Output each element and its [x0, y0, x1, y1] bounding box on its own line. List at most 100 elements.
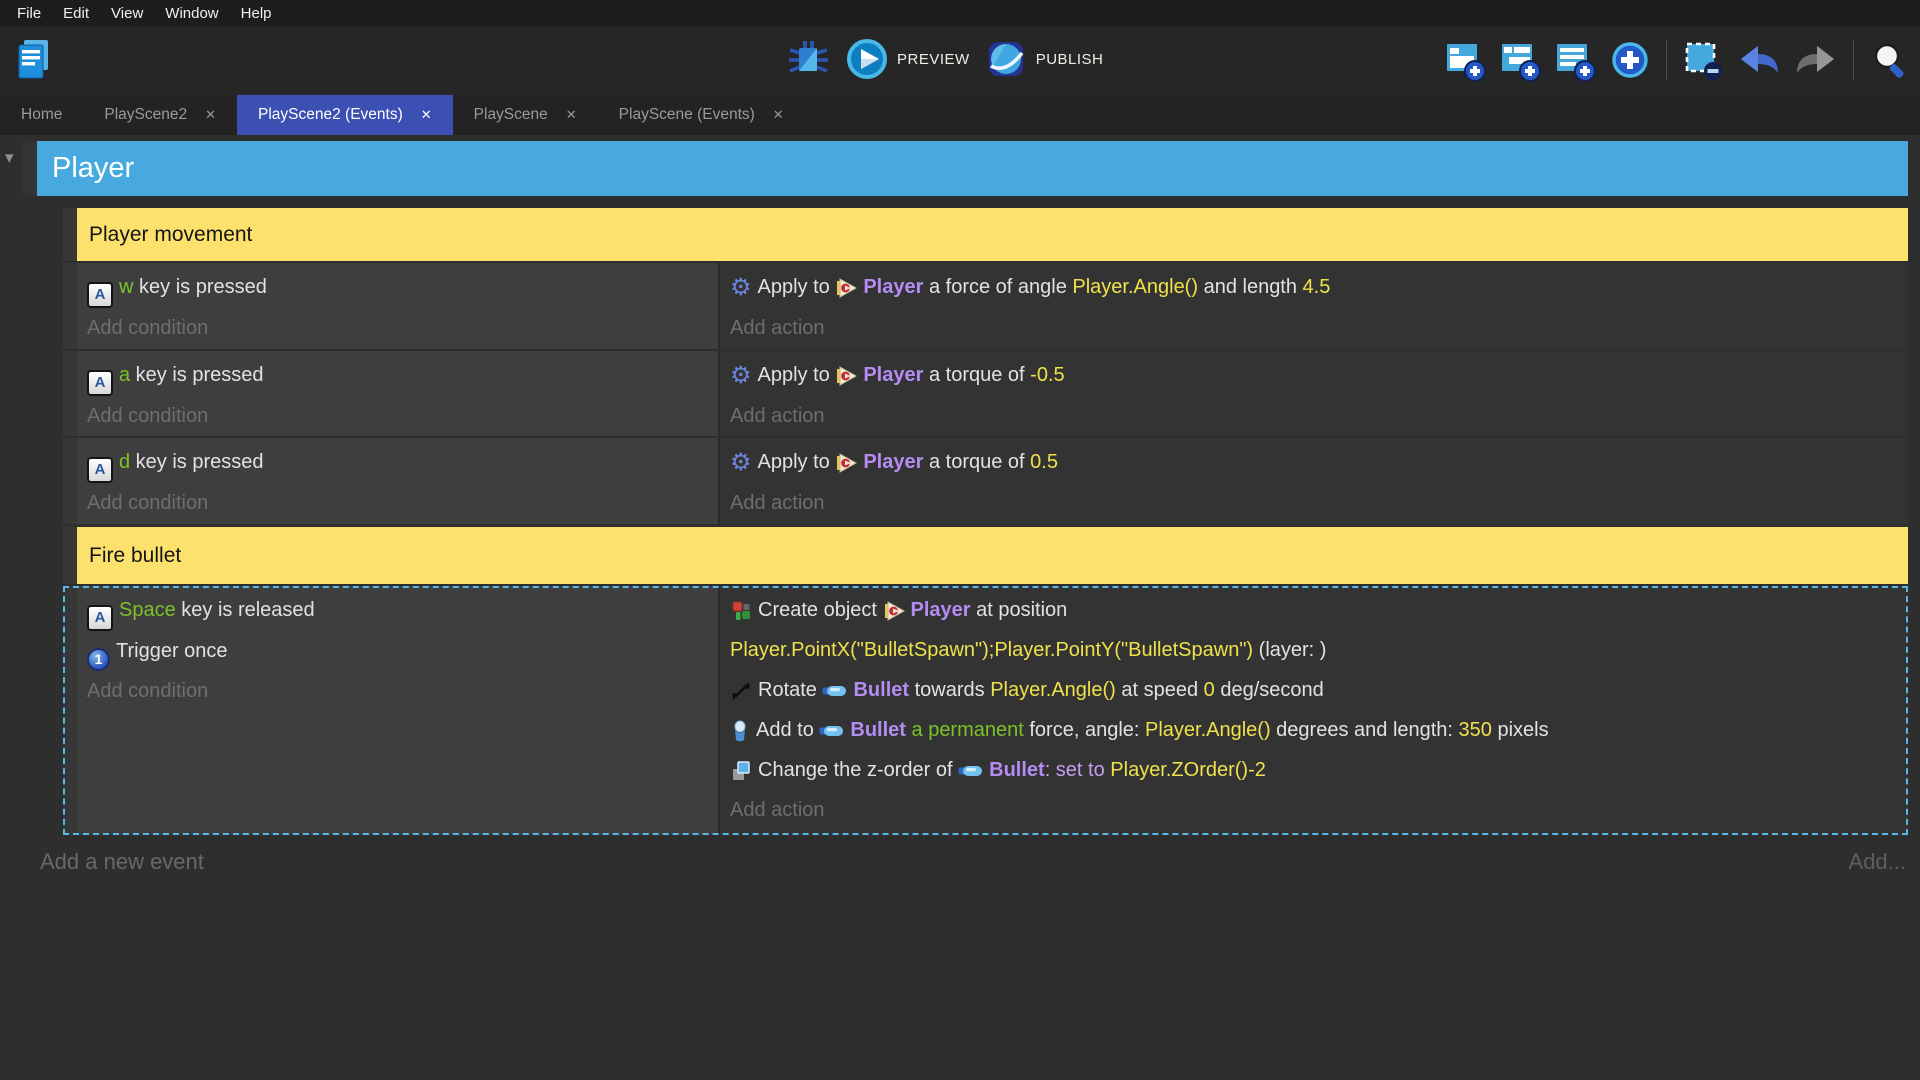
object-name: Bullet	[850, 719, 906, 741]
condition-trigger-once[interactable]: 1 Trigger once	[87, 631, 718, 671]
action-text: Rotate	[758, 679, 823, 701]
action-change-zorder[interactable]: Change the z-order of Bullet: set to Pla…	[730, 750, 1908, 790]
tab-playscene[interactable]: PlayScene ✕	[453, 95, 598, 135]
player-object-icon	[837, 452, 858, 473]
remove-event-icon[interactable]	[1681, 38, 1725, 82]
action-text: (layer: )	[1253, 639, 1327, 661]
keyboard-icon: A	[87, 370, 113, 396]
tab-label: PlayScene	[473, 106, 548, 123]
menu-file[interactable]: File	[6, 5, 52, 22]
comment-fire-bullet[interactable]: Fire bullet	[77, 527, 1908, 584]
expression: Player.Angle()	[990, 679, 1116, 701]
publish-label: PUBLISH	[1035, 50, 1104, 68]
conditions-column: Ad key is pressed Add condition	[77, 438, 718, 524]
action-text: degrees and length:	[1270, 719, 1459, 741]
condition-key-pressed[interactable]: Aw key is pressed	[87, 267, 718, 308]
physics-gear-icon: ⚙	[730, 449, 752, 476]
value: 0.5	[1030, 451, 1058, 473]
add-action-button[interactable]: Add action	[730, 790, 1908, 830]
add-comment-icon[interactable]	[1553, 38, 1597, 82]
publish-button[interactable]: PUBLISH	[984, 37, 1104, 81]
tab-close-icon[interactable]: ✕	[205, 107, 216, 123]
action-apply-torque[interactable]: ⚙ Apply to Player a torque of 0.5	[730, 442, 1908, 483]
project-manager-icon[interactable]	[12, 36, 54, 82]
action-create-object[interactable]: Create object Player at position	[730, 590, 1908, 630]
add-condition-button[interactable]: Add condition	[87, 483, 718, 523]
comment-row: Fire bullet	[63, 527, 1908, 584]
comment-player-movement[interactable]: Player movement	[77, 208, 1908, 261]
event-drag-handle[interactable]	[63, 438, 77, 524]
tab-label: PlayScene2 (Events)	[258, 106, 403, 123]
add-action-button[interactable]: Add action	[730, 483, 1908, 523]
create-object-icon	[732, 601, 750, 620]
add-condition-button[interactable]: Add condition	[87, 671, 718, 711]
group-collapse-icon[interactable]: ▾	[5, 149, 14, 166]
keyboard-icon: A	[87, 282, 113, 308]
action-text: a torque of	[923, 364, 1031, 386]
trigger-once-icon: 1	[87, 647, 110, 671]
menu-view[interactable]: View	[100, 5, 154, 22]
force-type: a permanent	[905, 719, 1030, 741]
tab-playscene2-events[interactable]: PlayScene2 (Events) ✕	[237, 95, 453, 135]
redo-icon[interactable]	[1793, 38, 1839, 82]
undo-icon[interactable]	[1736, 38, 1782, 82]
action-create-object-position[interactable]: Player.PointX("BulletSpawn");Player.Poin…	[730, 630, 1908, 670]
action-text: deg/second	[1214, 679, 1324, 701]
menu-help[interactable]: Help	[230, 5, 283, 22]
event-row-fire-bullet: A Space key is released 1 Trigger once Add…	[63, 586, 1908, 835]
tab-playscene-events[interactable]: PlayScene (Events) ✕	[598, 95, 805, 135]
tab-close-icon[interactable]: ✕	[773, 107, 784, 123]
bullet-object-icon	[822, 685, 847, 696]
add-action-button[interactable]: Add action	[730, 396, 1908, 436]
event-drag-handle[interactable]	[63, 208, 77, 261]
action-text: towards	[909, 679, 991, 701]
event-group-player[interactable]: Player	[37, 141, 1908, 196]
add-action-button[interactable]: Add action	[730, 308, 1908, 348]
condition-key-released[interactable]: A Space key is released	[87, 590, 718, 631]
action-text: force, angle:	[1029, 719, 1145, 741]
event-row-a-key: Aa key is pressed Add condition ⚙ Apply t…	[63, 351, 1908, 436]
event-drag-handle[interactable]	[63, 586, 77, 835]
add-subevent-icon[interactable]	[1498, 38, 1542, 82]
tab-bar: Home PlayScene2 ✕ PlayScene2 (Events) ✕ …	[0, 95, 1920, 135]
event-drag-handle[interactable]	[63, 263, 77, 349]
key-name: w	[119, 276, 134, 298]
add-event-icon[interactable]	[1443, 38, 1487, 82]
menu-window[interactable]: Window	[154, 5, 229, 22]
value: -0.5	[1030, 364, 1065, 386]
debugger-icon[interactable]	[785, 36, 831, 82]
group-drag-handle[interactable]	[22, 141, 37, 196]
tab-close-icon[interactable]: ✕	[421, 107, 432, 123]
event-drag-handle[interactable]	[63, 351, 77, 436]
search-icon[interactable]	[1868, 38, 1912, 82]
object-name: Player	[910, 599, 971, 621]
tab-label: Home	[21, 106, 63, 123]
action-rotate-bullet[interactable]: Rotate Bullet towards Player.Angle() at …	[730, 670, 1908, 710]
tab-label: PlayScene (Events)	[618, 106, 755, 123]
add-new-event-button[interactable]: Add a new event	[40, 849, 204, 875]
preview-button[interactable]: PREVIEW	[845, 37, 970, 81]
action-text: Apply to	[757, 451, 836, 473]
add-condition-button[interactable]: Add condition	[87, 396, 718, 436]
menu-edit[interactable]: Edit	[52, 5, 100, 22]
action-apply-torque[interactable]: ⚙ Apply to Player a torque of -0.5	[730, 355, 1908, 396]
add-condition-button[interactable]: Add condition	[87, 308, 718, 348]
action-apply-force[interactable]: ⚙ Apply to Player a force of angle Player…	[730, 267, 1908, 308]
tab-playscene2[interactable]: PlayScene2 ✕	[83, 95, 237, 135]
conditions-column: A Space key is released 1 Trigger once Add…	[77, 586, 718, 835]
event-row-w-key: Aw key is pressed Add condition ⚙ Apply t…	[63, 263, 1908, 349]
tab-close-icon[interactable]: ✕	[566, 107, 577, 123]
object-name: Player	[863, 364, 924, 386]
condition-key-pressed[interactable]: Ad key is pressed	[87, 442, 718, 483]
player-object-icon	[837, 365, 858, 386]
add-more-button[interactable]: Add...	[1849, 849, 1906, 875]
player-object-icon	[837, 277, 858, 298]
action-text: Apply to	[757, 276, 836, 298]
condition-key-pressed[interactable]: Aa key is pressed	[87, 355, 718, 396]
event-drag-handle[interactable]	[63, 527, 77, 584]
value: 350	[1458, 719, 1492, 741]
event-row-d-key: Ad key is pressed Add condition ⚙ Apply t…	[63, 438, 1908, 524]
choose-add-event-icon[interactable]	[1608, 38, 1652, 82]
action-add-force[interactable]: Add to Bullet a permanent force, angle: …	[730, 710, 1908, 750]
tab-home[interactable]: Home	[0, 95, 83, 135]
